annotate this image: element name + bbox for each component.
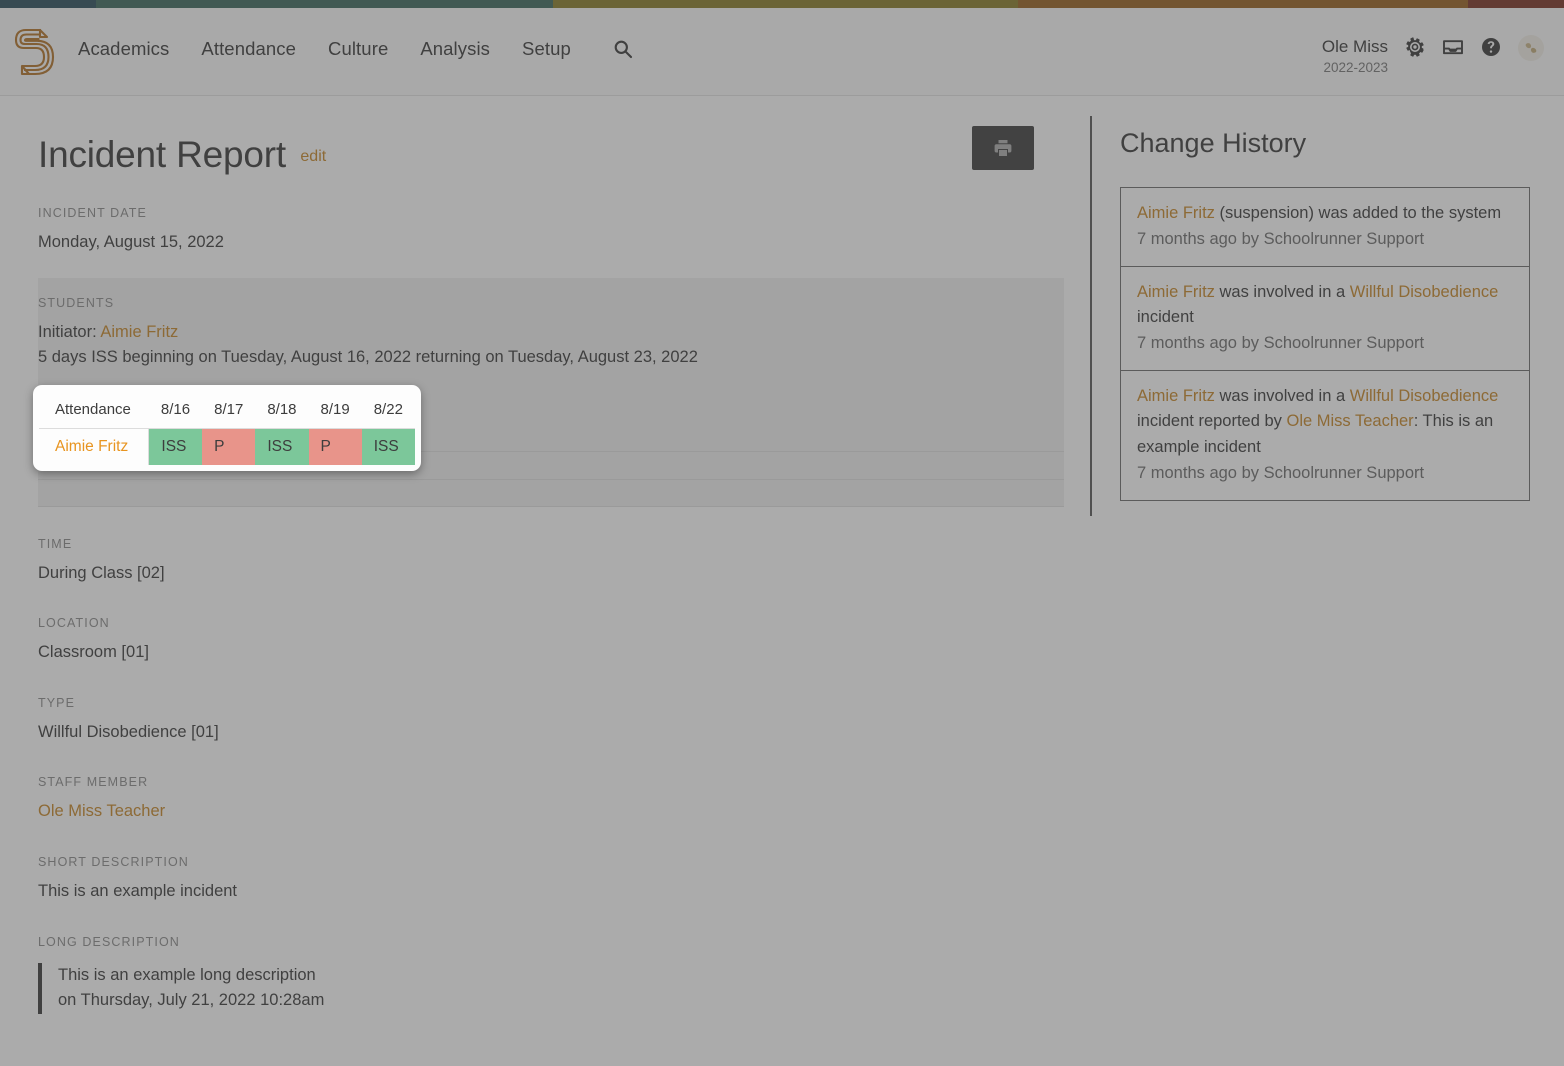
incident-date-label: INCIDENT DATE: [38, 206, 1086, 220]
school-year: 2022-2023: [1322, 59, 1388, 77]
long-description-label: LONG DESCRIPTION: [38, 935, 1086, 949]
attendance-cell-2[interactable]: ISS: [255, 429, 308, 465]
change-history-item: Aimie Fritz (suspension) was added to th…: [1121, 188, 1529, 267]
edit-link[interactable]: edit: [300, 148, 326, 165]
change-history-item-meta: 7 months ago by Schoolrunner Support: [1137, 461, 1513, 486]
attendance-date-header-1: 8/17: [202, 391, 255, 429]
student-row[interactable]: [38, 479, 1064, 507]
attendance-cell-4[interactable]: ISS: [362, 429, 415, 465]
page-root: Academics Attendance Culture Analysis Se…: [0, 0, 1564, 1066]
initiator-line: Initiator: Aimie Fritz: [38, 320, 1064, 346]
change-history-item-text: Aimie Fritz was involved in a Willful Di…: [1137, 280, 1513, 330]
suspension-text: 5 days ISS beginning on Tuesday, August …: [38, 345, 1064, 371]
attendance-cell-1[interactable]: P: [202, 429, 255, 465]
nav-item-setup[interactable]: Setup: [522, 38, 571, 60]
change-history-student-link[interactable]: Aimie Fritz: [1137, 387, 1215, 405]
nav-item-analysis[interactable]: Analysis: [420, 38, 490, 60]
print-button[interactable]: [972, 126, 1034, 170]
top-color-stripe: [0, 0, 1564, 8]
incident-date-value: Monday, August 15, 2022: [38, 230, 1086, 256]
short-description-label: SHORT DESCRIPTION: [38, 855, 1086, 869]
attendance-date-header-0: 8/16: [149, 391, 202, 429]
color-stripe-segment-1: [96, 0, 553, 8]
long-description-line-1: This is an example long description: [58, 963, 1086, 989]
search-icon[interactable]: [613, 39, 633, 59]
attendance-tooltip: Attendance 8/168/178/188/198/22 Aimie Fr…: [33, 385, 421, 471]
change-history-item-meta: 7 months ago by Schoolrunner Support: [1137, 227, 1513, 252]
header-right-cluster: Ole Miss 2022-2023: [1322, 34, 1544, 77]
change-history-item: Aimie Fritz was involved in a Willful Di…: [1121, 371, 1529, 499]
change-history-incident-type-link[interactable]: Willful Disobedience: [1350, 283, 1499, 301]
gear-icon[interactable]: [1405, 34, 1425, 57]
color-stripe-segment-4: [1468, 0, 1564, 8]
attendance-date-header-4: 8/22: [362, 391, 415, 429]
page-title: Incident Report: [38, 134, 286, 176]
attendance-header-label: Attendance: [39, 391, 149, 429]
main-navigation: Academics Attendance Culture Analysis Se…: [78, 38, 633, 60]
attendance-cell-0[interactable]: ISS: [149, 429, 202, 465]
location-value: Classroom [01]: [38, 640, 1086, 666]
printer-icon: [993, 138, 1013, 158]
school-context[interactable]: Ole Miss 2022-2023: [1322, 34, 1388, 77]
staff-member-value: Ole Miss Teacher: [38, 799, 1086, 825]
change-history-item-text: Aimie Fritz (suspension) was added to th…: [1137, 201, 1513, 226]
color-stripe-segment-3: [1018, 0, 1468, 8]
change-history-item-meta: 7 months ago by Schoolrunner Support: [1137, 331, 1513, 356]
change-history-item-text: Aimie Fritz was involved in a Willful Di…: [1137, 384, 1513, 459]
initiator-prefix: Initiator:: [38, 323, 97, 341]
attendance-date-header-3: 8/19: [309, 391, 362, 429]
page-content: Incident Report edit INCIDENT DATE Monda…: [14, 96, 1550, 1066]
change-history-staff-link[interactable]: Ole Miss Teacher: [1287, 412, 1414, 430]
time-value: During Class [02]: [38, 561, 1086, 587]
attendance-student-row: Aimie Fritz ISSPISSPISS: [39, 429, 415, 465]
help-icon[interactable]: [1481, 34, 1501, 57]
inbox-icon[interactable]: [1442, 34, 1464, 57]
change-history-student-link[interactable]: Aimie Fritz: [1137, 204, 1215, 222]
user-avatar[interactable]: [1518, 35, 1544, 61]
app-header: Academics Attendance Culture Analysis Se…: [0, 8, 1564, 96]
long-description-line-2: on Thursday, July 21, 2022 10:28am: [58, 988, 1086, 1014]
color-stripe-segment-0: [0, 0, 96, 8]
type-label: TYPE: [38, 696, 1086, 710]
nav-item-culture[interactable]: Culture: [328, 38, 388, 60]
school-name: Ole Miss: [1322, 36, 1388, 59]
change-history-list: Aimie Fritz (suspension) was added to th…: [1120, 187, 1530, 501]
staff-member-link[interactable]: Ole Miss Teacher: [38, 802, 165, 820]
initiator-student-link[interactable]: Aimie Fritz: [100, 323, 178, 341]
staff-member-label: STAFF MEMBER: [38, 775, 1086, 789]
long-description-value: This is an example long description on T…: [38, 963, 1086, 1014]
nav-item-attendance[interactable]: Attendance: [201, 38, 296, 60]
change-history-student-link[interactable]: Aimie Fritz: [1137, 283, 1215, 301]
attendance-cell-3[interactable]: P: [309, 429, 362, 465]
schoolrunner-logo-icon[interactable]: [10, 24, 58, 82]
color-stripe-segment-2: [553, 0, 1018, 8]
nav-item-academics[interactable]: Academics: [78, 38, 169, 60]
short-description-value: This is an example incident: [38, 879, 1086, 905]
type-value: Willful Disobedience [01]: [38, 720, 1086, 746]
attendance-date-header-2: 8/18: [255, 391, 308, 429]
location-label: LOCATION: [38, 616, 1086, 630]
attendance-header-row: Attendance 8/168/178/188/198/22: [39, 391, 415, 429]
time-label: TIME: [38, 537, 1086, 551]
attendance-table: Attendance 8/168/178/188/198/22 Aimie Fr…: [39, 391, 415, 465]
students-label: STUDENTS: [38, 296, 1064, 310]
change-history-incident-type-link[interactable]: Willful Disobedience: [1350, 387, 1499, 405]
attendance-student-name[interactable]: Aimie Fritz: [39, 429, 149, 465]
change-history-item: Aimie Fritz was involved in a Willful Di…: [1121, 267, 1529, 371]
change-history-panel: Change History Aimie Fritz (suspension) …: [1090, 116, 1530, 516]
change-history-title: Change History: [1120, 128, 1530, 159]
incident-report-main: Incident Report edit INCIDENT DATE Monda…: [38, 96, 1086, 1014]
